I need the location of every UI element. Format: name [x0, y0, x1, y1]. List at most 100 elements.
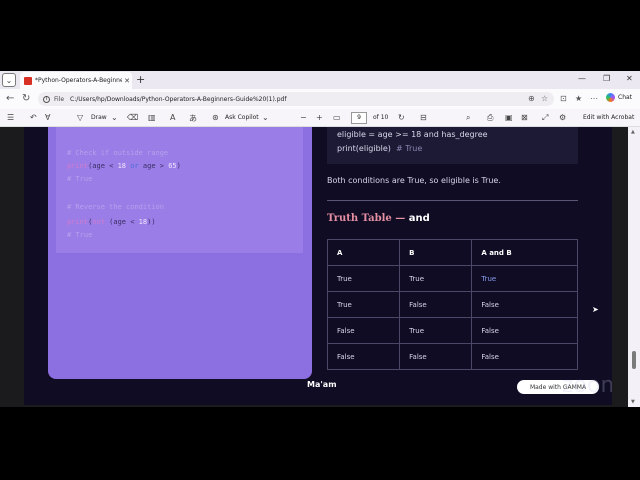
code-keyword: or: [126, 162, 143, 170]
table-cell: False: [326, 317, 401, 344]
contents-menu-icon[interactable]: ☰: [7, 113, 14, 122]
settings-gear-icon[interactable]: ⚙: [559, 113, 566, 122]
search-icon[interactable]: ⌕: [466, 113, 470, 123]
favorites-icon[interactable]: ★: [575, 94, 582, 103]
page-number-input[interactable]: 9: [351, 112, 367, 124]
code-fn: print: [67, 218, 89, 226]
tab-close-icon[interactable]: ✕: [122, 77, 132, 85]
highlight-icon[interactable]: ∀: [45, 113, 50, 122]
page-view-icon[interactable]: ▥: [148, 113, 156, 122]
pdf-file-icon: [24, 76, 32, 85]
scrollbar-thumb[interactable]: [632, 351, 636, 369]
undo-icon[interactable]: ↶: [30, 113, 37, 122]
zoom-out-icon[interactable]: −: [300, 113, 307, 122]
table-cell: True: [326, 291, 401, 318]
code-comment: # True: [67, 231, 93, 239]
tab-pdf[interactable]: *Python-Operators-A-Beginners-G ✕: [20, 72, 132, 89]
ask-copilot-chevron-icon[interactable]: ⌄: [262, 113, 269, 122]
heading-dash: —: [391, 213, 409, 224]
snippet-line: print(eligible) # True: [337, 144, 422, 153]
tab-title: *Python-Operators-A-Beginners-G: [35, 77, 122, 84]
rotate-icon[interactable]: ↻: [398, 113, 405, 122]
table-cell: False: [399, 343, 473, 370]
print-icon[interactable]: ⎙: [487, 113, 493, 123]
table-cell: True: [326, 265, 401, 292]
code-comment: # Reverse the condition: [67, 203, 164, 211]
snippet-line: eligible = age >= 18 and has_degree: [337, 130, 488, 139]
copilot-icon: [606, 93, 615, 102]
code-text: (age <: [104, 218, 139, 226]
table-cell: False: [326, 343, 401, 370]
code-example-panel: # Check if outside range print(age < 18 …: [56, 127, 303, 253]
code-number: 18: [117, 162, 127, 170]
zoom-in-icon[interactable]: +: [316, 113, 323, 122]
draw-chevron-icon[interactable]: ⌄: [111, 113, 118, 122]
section-divider: [327, 200, 578, 201]
ask-copilot-icon[interactable]: ⊛: [212, 113, 219, 122]
back-icon[interactable]: ←: [6, 93, 14, 104]
code-number: 65: [168, 162, 177, 170]
tab-bar: ⌄ *Python-Operators-A-Beginners-G ✕ + — …: [0, 71, 640, 89]
pdf-viewer: # Check if outside range print(age < 18 …: [0, 127, 640, 407]
url-field[interactable]: i File C:/Users/hp/Downloads/Python-Oper…: [38, 92, 554, 106]
table-row: True True True: [326, 265, 578, 292]
snippet-comment: # True: [390, 144, 423, 153]
ask-copilot-label[interactable]: Ask Copilot: [225, 114, 259, 121]
read-aloud-icon[interactable]: A: [170, 113, 175, 122]
scroll-up-icon[interactable]: ▲: [631, 129, 635, 135]
copilot-chat-button[interactable]: Chat: [606, 93, 632, 102]
tab-list-chevron-icon[interactable]: ⌄: [2, 73, 16, 87]
zoom-page-icon[interactable]: ⊕: [528, 94, 535, 103]
translate-icon[interactable]: あ: [189, 113, 197, 124]
favorite-star-icon[interactable]: ☆: [541, 94, 548, 103]
two-page-icon[interactable]: ⊟: [420, 113, 427, 122]
scroll-down-icon[interactable]: ▼: [631, 399, 635, 405]
restore-icon[interactable]: ❐: [603, 74, 610, 83]
close-window-icon[interactable]: ✕: [626, 74, 633, 83]
browser-window: ⌄ *Python-Operators-A-Beginners-G ✕ + — …: [0, 71, 640, 407]
address-bar-row: ← ↻ i File C:/Users/hp/Downloads/Python-…: [0, 89, 640, 109]
table-cell: True: [399, 317, 473, 344]
draw-label[interactable]: Draw: [91, 114, 107, 121]
code-text: )): [147, 218, 156, 226]
new-tab-icon[interactable]: +: [136, 73, 145, 86]
edit-with-acrobat-button[interactable]: Edit with Acrobat: [583, 114, 634, 121]
refresh-icon[interactable]: ↻: [22, 93, 30, 104]
column-header: A and B: [471, 239, 578, 266]
table-row: False False False: [326, 343, 578, 370]
table-cell: True: [399, 265, 473, 292]
explanation-text: Both conditions are True, so eligible is…: [327, 176, 501, 185]
chat-label: Chat: [618, 94, 633, 101]
save-icon[interactable]: ▣: [505, 113, 513, 122]
vertical-scrollbar[interactable]: ▲ ▼: [628, 127, 640, 407]
code-number: 18: [138, 218, 148, 226]
code-comment: # True: [67, 175, 93, 183]
code-text: ): [176, 162, 181, 170]
save-as-icon[interactable]: ⊠: [521, 113, 528, 122]
column-header: A: [326, 239, 401, 266]
snippet-code: print(eligible): [337, 144, 391, 153]
eraser-icon[interactable]: ⌫: [127, 113, 138, 122]
code-text: age >: [142, 162, 169, 170]
page-total-label: of 10: [373, 114, 389, 121]
info-icon[interactable]: i: [43, 95, 50, 103]
table-cell: False: [471, 317, 578, 344]
code-line-or: print(age < 18 or age > 65): [67, 162, 181, 170]
code-text: (age <: [88, 162, 118, 170]
left-example-card: # Check if outside range print(age < 18 …: [48, 127, 312, 379]
more-menu-icon[interactable]: ⋯: [590, 94, 598, 103]
url-text: C:/Users/hp/Downloads/Python-Operators-A…: [70, 95, 287, 103]
fullscreen-icon[interactable]: ⤢: [542, 113, 548, 123]
table-header-row: A B A and B: [326, 239, 578, 266]
draw-icon[interactable]: ▽: [77, 113, 83, 122]
collections-icon[interactable]: ⊡: [560, 94, 567, 103]
code-fn: print: [67, 162, 89, 170]
minimize-icon[interactable]: —: [578, 74, 586, 83]
code-comment: # Check if outside range: [67, 149, 169, 157]
participant-name-overlay: Ma'am: [307, 380, 337, 389]
truth-table-heading: Truth Table — and: [327, 213, 430, 224]
code-line-not: print(not (age < 18)): [67, 218, 156, 226]
table-cell: False: [399, 291, 473, 318]
fit-page-icon[interactable]: ▭: [333, 113, 341, 122]
mouse-cursor-icon: ➤: [592, 305, 599, 314]
